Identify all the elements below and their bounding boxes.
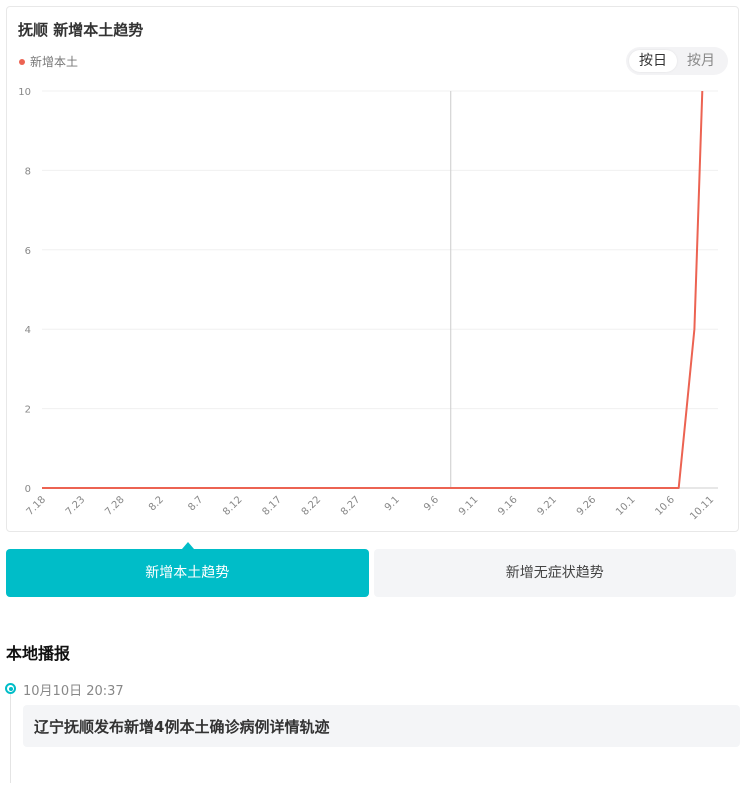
x-tick-label: 10.6 [653,494,677,518]
x-tick-label: 9.1 [383,494,402,513]
series-line [42,90,704,489]
x-tick-label: 8.27 [339,494,363,518]
tab-asymptomatic-trend[interactable]: 新增无症状趋势 [373,549,736,597]
x-tick-label: 10.11 [688,494,716,522]
x-tick-label: 9.6 [422,494,441,513]
x-tick-label: 7.18 [25,494,49,518]
x-tick-label: 9.26 [575,494,599,518]
x-tick-label: 9.16 [496,494,520,518]
timeline-dot-icon [5,683,16,694]
x-tick-label: 8.2 [147,494,166,513]
trend-tabs: 新增本土趋势 新增无症状趋势 [6,542,736,597]
y-tick-label: 0 [25,484,31,495]
x-tick-label: 8.12 [221,494,245,518]
news-title-link[interactable]: 辽宁抚顺发布新增4例本土确诊病例详情轨迹 [34,716,329,737]
trend-card: 抚顺 新增本土趋势 新增本土 按日 按月 0 2 4 6 8 10 7.18 7.23 7.28… [6,6,739,532]
timeline-line [10,693,11,783]
y-tick-label: 4 [25,325,31,336]
y-tick-label: 2 [25,405,31,416]
news-item[interactable]: 辽宁抚顺发布新增4例本土确诊病例详情轨迹 [23,705,740,747]
y-tick-label: 10 [18,87,31,98]
section-title: 本地播报 [6,644,71,663]
tab-local-trend[interactable]: 新增本土趋势 [6,549,369,597]
trend-chart[interactable]: 0 2 4 6 8 10 7.18 7.23 7.28 8.2 8.7 8.12 8.17 8.22 8.2… [7,7,738,531]
x-tick-label: 9.11 [457,494,481,518]
x-tick-label: 9.21 [536,494,560,518]
x-tick-label: 7.23 [64,494,88,518]
x-tick-label: 8.7 [186,494,205,513]
x-tick-label: 8.17 [260,494,284,518]
x-tick-label: 10.1 [614,494,638,518]
news-timestamp: 10月10日 20:37 [23,684,124,699]
x-tick-label: 7.28 [103,494,127,518]
y-tick-label: 6 [25,246,31,257]
y-tick-label: 8 [25,166,31,177]
x-tick-label: 8.22 [300,494,324,518]
active-tab-arrow-icon [182,542,194,549]
